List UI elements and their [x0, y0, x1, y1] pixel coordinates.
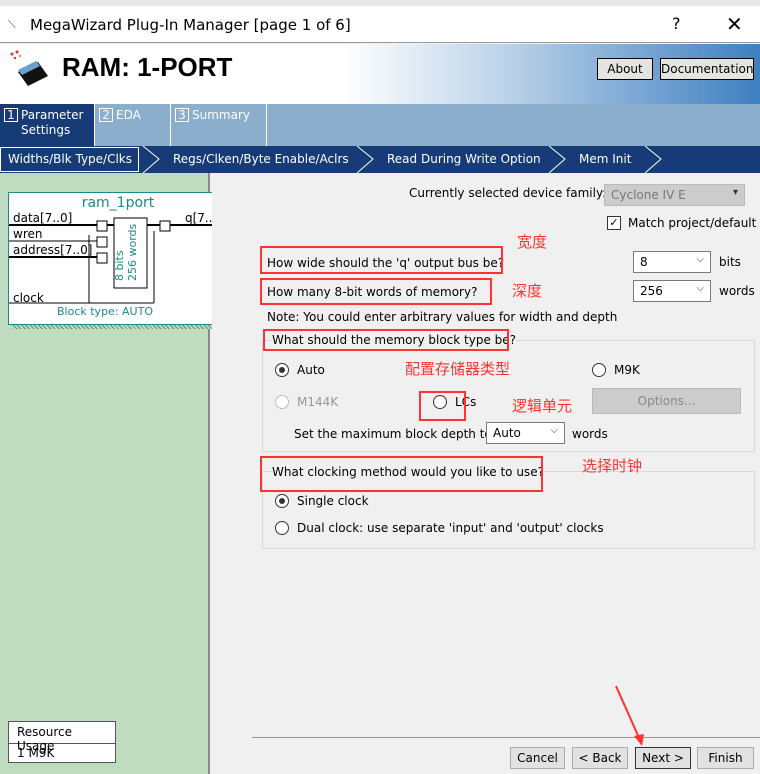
tab-label: Parameter Settings — [21, 108, 84, 137]
annotation-box — [260, 456, 543, 492]
annotation-arrow-icon — [615, 685, 644, 746]
radio-m144k[interactable] — [275, 395, 289, 409]
depth-select[interactable]: Auto ⌵ — [486, 422, 565, 444]
depth-label: Set the maximum block depth to — [294, 427, 492, 441]
page-title: RAM: 1-PORT — [62, 52, 233, 82]
chevron-down-icon: ▾ — [732, 187, 738, 198]
annotation-depth: 深度 — [512, 282, 543, 300]
title-bar: ⟍ MegaWizard Plug-In Manager [page 1 of … — [0, 6, 760, 43]
wizard-header: RAM: 1-PORT About Documentation — [0, 44, 760, 104]
depth-value: Auto — [493, 426, 521, 440]
note-text: Note: You could enter arbitrary values f… — [267, 310, 618, 324]
device-family-value: Cyclone IV E — [611, 188, 686, 202]
cancel-button[interactable]: Cancel — [510, 747, 565, 769]
wizard-tabs: 1 Parameter Settings 2 EDA 3 Summary — [0, 104, 760, 146]
chevron-down-icon: ⌵ — [550, 425, 558, 436]
close-button[interactable]: ✕ — [726, 12, 743, 36]
radio-m9k[interactable] — [592, 363, 606, 377]
match-checkbox[interactable]: ✓ — [607, 216, 621, 230]
radio-m9k-label: M9K — [614, 363, 640, 377]
radio-dual-clock-label: Dual clock: use separate 'input' and 'ou… — [297, 521, 604, 535]
chevron-down-icon: ⌵ — [696, 254, 704, 265]
radio-m144k-label: M144K — [297, 395, 339, 409]
annotation-box — [263, 329, 509, 351]
window-title: MegaWizard Plug-In Manager [page 1 of 6] — [30, 16, 351, 34]
q-width-select[interactable]: 8 ⌵ — [633, 251, 711, 273]
block-type-label: Block type: AUTO — [57, 305, 153, 318]
breadcrumb-widths[interactable]: Widths/Blk Type/Clks — [8, 152, 132, 166]
port-address: address[7..0] — [13, 243, 93, 257]
tab-parameter-settings[interactable]: 1 Parameter Settings — [0, 104, 95, 146]
radio-auto-label: Auto — [297, 363, 325, 377]
tab-number: 2 — [99, 108, 113, 122]
breadcrumb-read-during-write[interactable]: Read During Write Option — [387, 152, 541, 166]
annotation-block-type: 配置存储器类型 — [405, 360, 511, 378]
radio-auto[interactable] — [275, 363, 289, 377]
tab-eda[interactable]: 2 EDA — [95, 104, 171, 146]
back-button[interactable]: < Back — [572, 747, 628, 769]
chevron-right-icon — [142, 146, 160, 173]
block-words: 256 words — [126, 223, 139, 281]
words-select[interactable]: 256 ⌵ — [633, 280, 711, 302]
block-label: 8 bits 256 words — [113, 224, 139, 281]
breadcrumb-regs[interactable]: Regs/Clken/Byte Enable/Aclrs — [173, 152, 349, 166]
words-unit: words — [719, 284, 755, 298]
annotation-width: 宽度 — [517, 233, 548, 251]
next-button[interactable]: Next > — [635, 747, 691, 769]
chevron-down-icon: ⌵ — [696, 283, 704, 294]
breadcrumb-mem-init[interactable]: Mem Init — [579, 152, 631, 166]
help-button[interactable]: ? — [672, 14, 681, 33]
q-width-unit: bits — [719, 255, 741, 269]
resource-usage-box: Resource Usage 1 M9K — [8, 721, 116, 763]
block-bits: 8 bits — [113, 250, 126, 281]
q-width-value: 8 — [640, 255, 648, 269]
port-wren: wren — [13, 227, 43, 241]
port-clock: clock — [13, 291, 44, 305]
tab-summary[interactable]: 3 Summary — [171, 104, 267, 146]
ram-chip-icon — [10, 50, 48, 86]
options-button[interactable]: Options... — [592, 388, 741, 414]
footer-divider — [252, 737, 760, 738]
annotation-clock: 选择时钟 — [582, 457, 643, 475]
port-data: data[7..0] — [13, 211, 73, 225]
device-family-select[interactable]: Cyclone IV E ▾ — [604, 184, 745, 206]
chevron-right-icon — [548, 146, 566, 173]
resource-usage-value: 1 M9K — [17, 746, 55, 760]
words-value: 256 — [640, 284, 663, 298]
radio-single-clock[interactable] — [275, 494, 289, 508]
resource-usage-title: Resource Usage — [9, 722, 115, 753]
tab-number: 1 — [4, 108, 18, 122]
documentation-button[interactable]: Documentation — [660, 58, 754, 80]
chevron-right-icon — [644, 146, 662, 173]
symbol-diagram: ram_1port data[7..0] wren address[7..0] … — [8, 192, 228, 325]
tab-label: Summary — [192, 108, 250, 122]
depth-unit: words — [572, 427, 608, 441]
left-preview-panel: ram_1port data[7..0] wren address[7..0] … — [0, 173, 230, 774]
radio-single-clock-label: Single clock — [297, 494, 369, 508]
finish-button[interactable]: Finish — [697, 747, 754, 769]
match-label: Match project/default — [628, 216, 757, 230]
annotation-box — [260, 246, 503, 274]
wizard-wand-icon: ⟍ — [8, 18, 16, 31]
chevron-right-icon — [356, 146, 374, 173]
breadcrumb: Widths/Blk Type/Clks Regs/Clken/Byte Ena… — [0, 146, 760, 173]
tab-label: EDA — [116, 108, 141, 122]
annotation-box — [419, 391, 466, 421]
about-button[interactable]: About — [597, 58, 653, 80]
tab-number: 3 — [175, 108, 189, 122]
device-family-label: Currently selected device family: — [409, 186, 607, 200]
annotation-box — [260, 278, 492, 305]
settings-panel: Currently selected device family: Cyclon… — [212, 173, 760, 774]
radio-dual-clock[interactable] — [275, 521, 289, 535]
annotation-lcs: 逻辑单元 — [512, 397, 573, 415]
